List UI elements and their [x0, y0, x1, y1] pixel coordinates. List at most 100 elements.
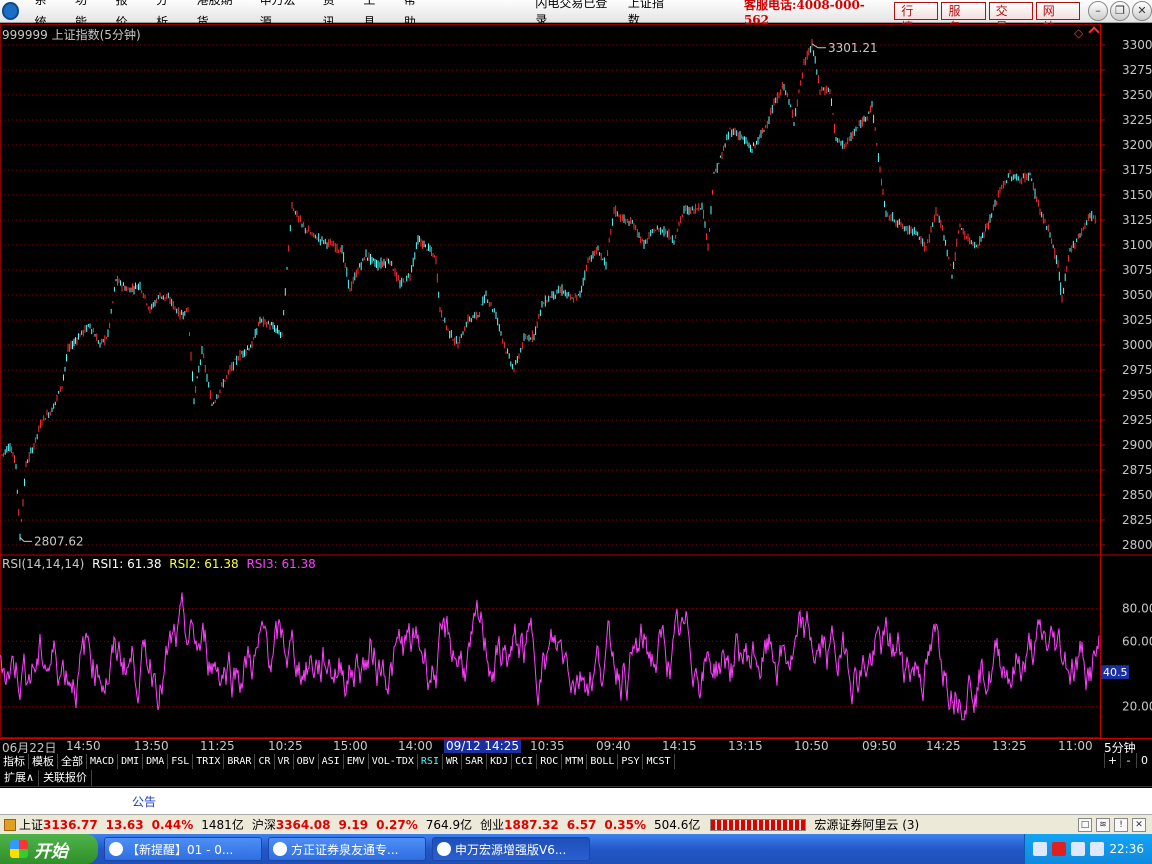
task-founder[interactable]: 方正证券泉友通专...	[268, 837, 426, 861]
sh-value: 3136.77	[43, 817, 98, 832]
hs-name: 沪深	[251, 818, 276, 832]
notice-panel: 公告	[0, 788, 1152, 814]
indicator-tab-macd[interactable]: MACD	[87, 754, 119, 769]
rsi-current-value: 40.5	[1103, 666, 1128, 679]
indicator-tab-rsi[interactable]: RSI	[417, 754, 443, 769]
indicator-tab-psy[interactable]: PSY	[618, 754, 644, 769]
system-tray: 22:36	[1024, 834, 1152, 864]
market-button[interactable]: 行情	[894, 2, 939, 34]
price-tick-label: 2800	[1122, 538, 1152, 552]
rsi-tick-label: 80.00	[1122, 602, 1152, 616]
window-icon[interactable]: □	[1078, 817, 1092, 832]
time-tick-label: 10:50	[794, 739, 829, 753]
task-label: 【新提醒】01 - 0...	[127, 842, 234, 857]
time-tick-label: 11:00	[1058, 739, 1093, 753]
indicator-tab-kdj[interactable]: KDJ	[487, 754, 513, 769]
rsi2-value: RSI2: 61.38	[169, 557, 239, 571]
indicator-tab-roc[interactable]: ROC	[537, 754, 563, 769]
indicator-tab-obv[interactable]: OBV	[293, 754, 319, 769]
keyboard-icon[interactable]	[1033, 842, 1048, 856]
indicator-tab-cr[interactable]: CR	[255, 754, 275, 769]
browser-icon	[109, 842, 123, 856]
price-tick-label: 3100	[1122, 238, 1152, 252]
diamond-icon[interactable]: ◇	[1074, 26, 1083, 40]
price-tick-label: 2950	[1122, 388, 1152, 402]
indicator-tab-dma[interactable]: DMA	[143, 754, 169, 769]
cy-change: 6.57	[566, 817, 597, 832]
time-tick-label: 09:40	[596, 739, 631, 753]
indicator-tab-boll[interactable]: BOLL	[587, 754, 619, 769]
low-label: 2807.62	[34, 534, 84, 548]
indicator-tab-emv[interactable]: EMV	[343, 754, 369, 769]
price-tick-label: 3200	[1122, 138, 1152, 152]
app-logo-icon[interactable]	[2, 2, 20, 20]
close-panel-icon[interactable]: ✕	[1132, 817, 1146, 832]
task-swhy[interactable]: 申万宏源增强版V6...	[432, 837, 590, 861]
indicator-tab-全部[interactable]: 全部	[58, 754, 87, 769]
price-tick-label: 2875	[1122, 463, 1152, 477]
chart-canvas[interactable]: 3300 3275 3250 3225 3200 3175 3150 3125 3100 3075…	[0, 24, 1152, 738]
indicator-tab-vol-tdx[interactable]: VOL-TDX	[368, 754, 418, 769]
notice-label[interactable]: 公告	[132, 793, 156, 810]
minimize-icon[interactable]: –	[1088, 1, 1108, 21]
indicator-tab-wr[interactable]: WR	[442, 754, 463, 769]
indicator-tab-指标[interactable]: 指标	[0, 754, 29, 769]
indicator-control-1[interactable]: -	[1120, 753, 1136, 768]
lock-icon[interactable]	[4, 818, 16, 831]
indicator-tab-sar[interactable]: SAR	[462, 754, 488, 769]
task-browser[interactable]: 【新提醒】01 - 0...	[104, 837, 262, 861]
hs-change: 9.19	[338, 817, 369, 832]
security-icon[interactable]	[1052, 842, 1067, 856]
time-tick-label: 14:25	[926, 739, 961, 753]
market-bars	[710, 818, 807, 831]
indicator-tab-mtm[interactable]: MTM	[562, 754, 588, 769]
indicator-tab-asi[interactable]: ASI	[318, 754, 344, 769]
price-tick-label: 3225	[1122, 113, 1152, 127]
indicator-tab-brar[interactable]: BRAR	[224, 754, 256, 769]
indicator-tabs: 指标 模板 全部 MACD DMI DMA FSL TRIX BRAR CR VR OBV ASI EMV…	[0, 753, 1152, 770]
volume-icon[interactable]	[1071, 842, 1086, 856]
network-icon[interactable]	[1090, 842, 1105, 856]
menu-bar: 系统 功能 报价 分析 港股期货 申万宏源 资讯 工具 帮助 闪电交易已登录 上…	[0, 0, 1152, 34]
indicator-control-0[interactable]: +	[1104, 753, 1120, 768]
extension-row: 扩展∧ 关联报价	[0, 770, 1152, 787]
website-button[interactable]: 网站	[1035, 2, 1080, 34]
related-quotes-tab[interactable]: 关联报价	[39, 770, 93, 786]
time-tick-label: 11:25	[200, 739, 235, 753]
hs-value: 3364.08	[275, 817, 331, 832]
expand-tab[interactable]: 扩展∧	[0, 770, 40, 786]
top-buttons: 行情 服务 交易 网站	[894, 2, 1080, 34]
start-button[interactable]: 开始	[0, 834, 98, 864]
indicator-tab-trix[interactable]: TRIX	[193, 754, 225, 769]
cy-amount: 504.6亿	[654, 818, 701, 832]
signal-icon[interactable]: ≋	[1096, 817, 1110, 832]
high-label: 3301.21	[828, 41, 878, 55]
close-icon[interactable]: ✕	[1132, 1, 1152, 21]
broker-server[interactable]: 宏源证券阿里云 (3)	[814, 816, 919, 833]
price-tick-label: 2975	[1122, 363, 1152, 377]
indicator-tab-vr[interactable]: VR	[274, 754, 294, 769]
trade-button[interactable]: 交易	[988, 2, 1033, 34]
rsi1-value: RSI1: 61.38	[92, 557, 162, 571]
time-axis: 5分钟 06月22日 14:50 13:50 11:25 10:25 15:00 14:00…	[0, 738, 1152, 755]
service-button[interactable]: 服务	[941, 2, 986, 34]
indicator-tab-dmi[interactable]: DMI	[118, 754, 144, 769]
price-tick-label: 3250	[1122, 88, 1152, 102]
window-controls: – ❐ ✕	[1088, 1, 1152, 21]
clock: 22:36	[1109, 842, 1144, 856]
rsi-tick-label: 60.00	[1122, 634, 1152, 648]
hs-pct: 0.27%	[376, 817, 418, 832]
indicator-control-2[interactable]: 0	[1136, 753, 1152, 768]
rsi3-value: RSI3: 61.38	[246, 557, 316, 571]
restore-icon[interactable]: ❐	[1110, 1, 1130, 21]
indicator-tab-cci[interactable]: CCI	[512, 754, 538, 769]
chart-area[interactable]: 3300 3275 3250 3225 3200 3175 3150 3125 3100 3075…	[0, 24, 1152, 738]
price-tick-label: 3275	[1122, 63, 1152, 77]
indicator-tab-fsl[interactable]: FSL	[168, 754, 194, 769]
indicator-tab-mcst[interactable]: MCST	[643, 754, 675, 769]
indicator-tab-模板[interactable]: 模板	[29, 754, 58, 769]
price-tick-label: 2925	[1122, 413, 1152, 427]
low-marker	[19, 537, 32, 542]
rsi-legend: RSI(14,14,14) RSI1: 61.38 RSI2: 61.38 RS…	[2, 557, 320, 571]
alert-icon[interactable]: !	[1114, 817, 1128, 832]
